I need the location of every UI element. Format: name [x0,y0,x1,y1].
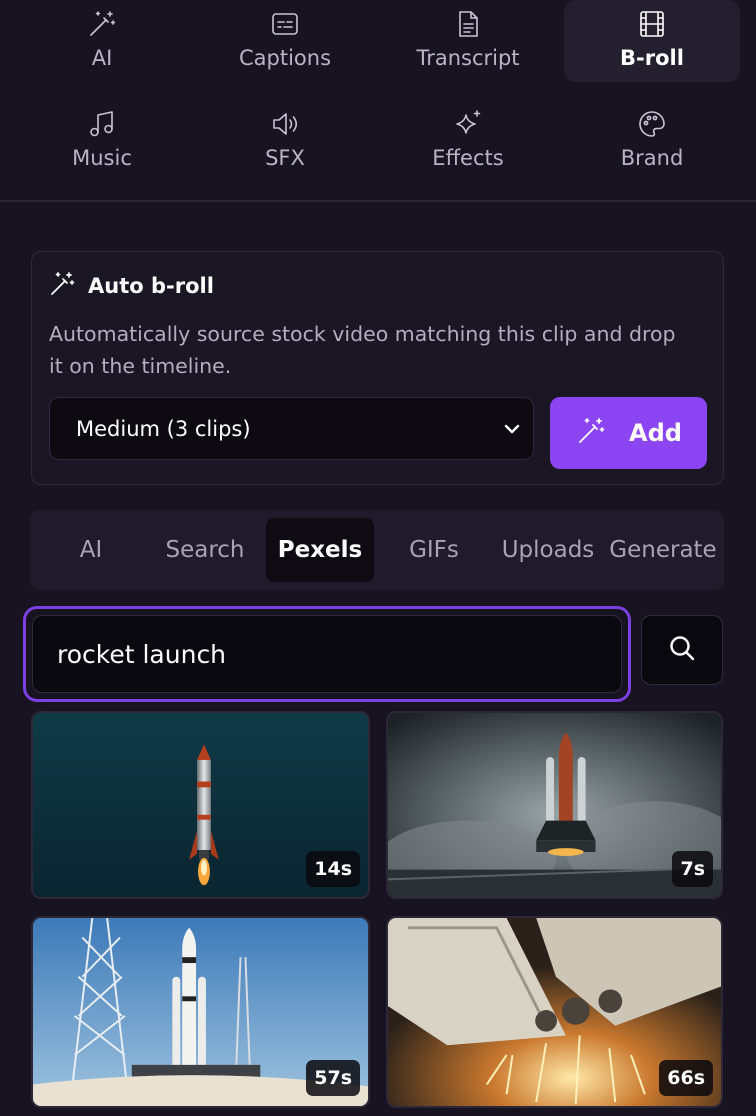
tab-generate[interactable]: Generate [603,518,723,582]
auto-broll-header: Auto b-roll [48,270,214,302]
magic-wand-icon [48,270,76,302]
video-result[interactable]: 7s [386,711,723,899]
tab-search[interactable]: Search [154,518,256,582]
tool-broll[interactable]: B-roll [564,0,740,82]
tool-label: Music [72,146,132,170]
tool-ai[interactable]: AI [14,0,190,82]
speaker-icon [269,108,301,140]
tool-brand[interactable]: Brand [564,100,740,182]
search-field-focus-ring [23,606,631,702]
tool-label: Brand [620,146,684,170]
tool-transcript[interactable]: Transcript [380,0,556,82]
music-note-icon [86,108,118,140]
video-result[interactable]: 66s [386,916,723,1108]
tool-label: Captions [238,46,332,70]
duration-badge: 14s [306,851,360,887]
tab-pexels[interactable]: Pexels [266,518,374,582]
source-tabs: AI Search Pexels GIFs Uploads Generate [30,510,724,590]
tool-label: Effects [432,146,504,170]
tool-label: AI [91,46,113,70]
shuttle-video-thumbnail [388,713,721,897]
duration-badge: 66s [659,1060,713,1096]
captions-icon [269,8,301,40]
broll-panel: AI Captions Transcript B-roll Music SFX … [0,0,756,1116]
auto-broll-description: Automatically source stock video matchin… [49,322,676,378]
film-icon [636,8,668,40]
video-result[interactable]: 14s [31,711,370,899]
document-icon [452,8,484,40]
chevron-down-icon [499,416,525,442]
add-button[interactable]: Add [550,397,707,469]
auto-broll-title: Auto b-roll [88,274,214,298]
tool-captions[interactable]: Captions [197,0,373,82]
tool-label: B-roll [620,46,684,70]
duration-badge: 57s [306,1060,360,1096]
tool-music[interactable]: Music [14,100,190,182]
magic-wand-icon [575,415,607,451]
palette-icon [636,108,668,140]
tool-label: Transcript [416,46,520,70]
search-icon [667,633,697,667]
tab-uploads[interactable]: Uploads [492,518,604,582]
tool-sfx[interactable]: SFX [197,100,373,182]
magic-wand-icon [86,8,118,40]
tool-label: SFX [265,146,305,170]
add-button-label: Add [629,419,682,447]
tool-grid: AI Captions Transcript B-roll Music SFX … [0,0,756,202]
sparkles-icon [452,108,484,140]
tab-ai[interactable]: AI [58,518,124,582]
tool-effects[interactable]: Effects [380,100,556,182]
tab-gifs[interactable]: GIFs [396,518,472,582]
search-button[interactable] [641,615,723,685]
clip-amount-select[interactable]: Medium (3 clips) [49,397,534,460]
auto-broll-card: Auto b-roll Automatically source stock v… [31,251,724,485]
search-input[interactable] [32,615,622,693]
clip-amount-value: Medium (3 clips) [76,416,251,441]
video-result[interactable]: 57s [31,916,370,1108]
duration-badge: 7s [672,851,713,887]
